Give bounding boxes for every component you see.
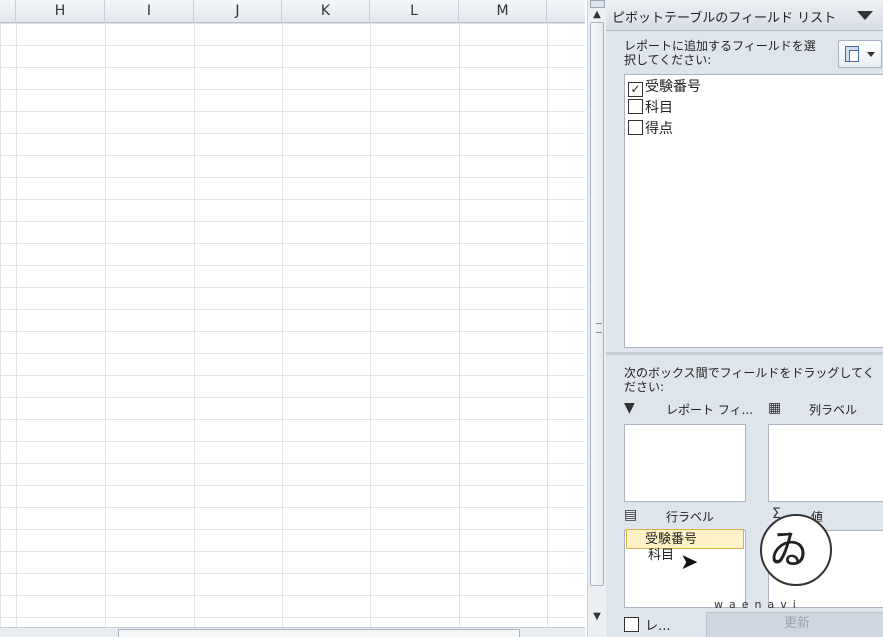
column-header-i[interactable]: I bbox=[105, 0, 194, 22]
field-item-score[interactable]: 得点 bbox=[628, 120, 673, 138]
pivot-field-list-pane: ピボットテーブルのフィールド リスト レポートに追加するフィールドを選択してくだ… bbox=[606, 0, 883, 637]
field-item-exam-number[interactable]: ✓ 受験番号 bbox=[628, 78, 701, 97]
column-header-bar: H I J K L M bbox=[0, 0, 585, 23]
filter-icon: ▼ bbox=[624, 400, 635, 416]
pane-menu-chevron-down-icon[interactable] bbox=[857, 11, 873, 20]
horizontal-scrollbar[interactable] bbox=[0, 627, 585, 637]
checkbox-icon[interactable] bbox=[628, 120, 643, 135]
row-labels-label: 行ラベル bbox=[666, 510, 715, 524]
cell-grid[interactable] bbox=[0, 23, 585, 627]
field-list-box: ✓ 受験番号 科目 得点 bbox=[624, 74, 883, 348]
gridline bbox=[370, 23, 371, 627]
checkbox-icon[interactable] bbox=[628, 99, 643, 114]
column-labels-dropbox[interactable] bbox=[768, 424, 883, 502]
checkbox-checked-icon[interactable]: ✓ bbox=[628, 82, 643, 97]
field-label: 得点 bbox=[645, 121, 673, 137]
dragged-field: 科目 bbox=[648, 548, 675, 563]
gridline bbox=[282, 23, 283, 627]
gridline bbox=[547, 23, 548, 627]
row-labels-icon: ▤ bbox=[624, 507, 638, 523]
watermark-text: waenavi bbox=[714, 598, 802, 611]
split-box[interactable] bbox=[590, 0, 605, 8]
update-button[interactable]: 更新 bbox=[706, 612, 883, 637]
logo-mark-icon: ゐ bbox=[769, 527, 809, 573]
field-label: 科目 bbox=[645, 100, 673, 116]
row-field-chip[interactable]: 受験番号 bbox=[626, 529, 744, 549]
field-layout-button[interactable] bbox=[838, 40, 882, 68]
column-header-k[interactable]: K bbox=[282, 0, 370, 22]
chevron-down-icon bbox=[867, 52, 875, 57]
column-header-g-edge[interactable] bbox=[0, 0, 16, 22]
column-header-n-edge[interactable] bbox=[547, 0, 585, 22]
column-header-j[interactable]: J bbox=[194, 0, 282, 22]
column-header-m[interactable]: M bbox=[459, 0, 547, 22]
gridline bbox=[105, 23, 106, 627]
defer-update-label: レ... bbox=[645, 619, 671, 634]
gridline bbox=[459, 23, 460, 627]
mouse-pointer-icon: ➤ bbox=[680, 550, 699, 575]
watermark-logo: ゐ bbox=[760, 514, 832, 586]
gridline bbox=[16, 23, 17, 627]
pane-title-bar: ピボットテーブルのフィールド リスト bbox=[606, 0, 883, 31]
checkbox-icon[interactable] bbox=[624, 617, 639, 632]
spreadsheet-grid[interactable]: H I J K L M bbox=[0, 0, 585, 637]
layout-icon-overlay bbox=[849, 50, 859, 62]
field-item-subject[interactable]: 科目 bbox=[628, 99, 673, 117]
column-header-l[interactable]: L bbox=[370, 0, 459, 22]
scroll-down-icon[interactable]: ▼ bbox=[588, 610, 606, 624]
scroll-up-icon[interactable]: ▲ bbox=[588, 8, 606, 22]
column-header-h[interactable]: H bbox=[16, 0, 105, 22]
drag-prompt: 次のボックス間でフィールドをドラッグしてください: bbox=[624, 366, 875, 394]
vertical-scroll-thumb[interactable] bbox=[590, 22, 604, 586]
field-select-prompt: レポートに追加するフィールドを選択してください: bbox=[624, 39, 816, 67]
horizontal-scroll-thumb[interactable] bbox=[118, 629, 520, 637]
pane-splitter[interactable] bbox=[606, 352, 883, 355]
field-label: 受験番号 bbox=[645, 79, 701, 95]
column-labels-label: 列ラベル bbox=[809, 403, 858, 417]
vertical-scrollbar[interactable]: ▲ ▼ bbox=[587, 0, 606, 637]
report-filter-dropbox[interactable] bbox=[624, 424, 746, 502]
scroll-grip-icon bbox=[596, 323, 602, 333]
report-filter-label: レポート フィ... bbox=[666, 403, 754, 417]
column-labels-icon: ▦ bbox=[768, 400, 782, 416]
defer-update-checkbox[interactable]: レ... bbox=[624, 615, 671, 634]
pane-title: ピボットテーブルのフィールド リスト bbox=[612, 11, 837, 26]
gridline bbox=[194, 23, 195, 627]
